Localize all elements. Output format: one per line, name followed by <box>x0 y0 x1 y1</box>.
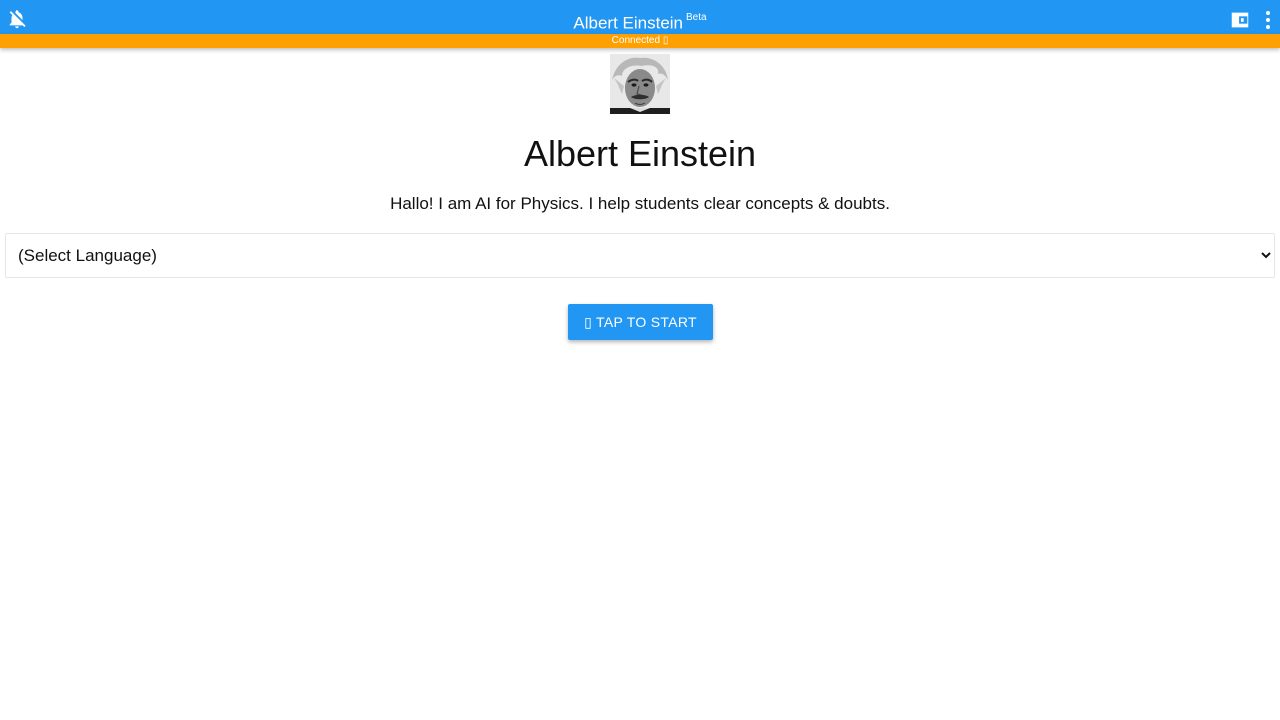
connection-status-text: Connected ▯ <box>611 35 669 46</box>
bell-off-icon <box>9 10 26 29</box>
intro-text: Hallo! I am AI for Physics. I help stude… <box>390 194 890 213</box>
portrait-image <box>610 54 670 114</box>
more-vertical-icon <box>1266 11 1270 29</box>
tap-to-start-button[interactable]: ▯ TAP TO START <box>568 304 713 340</box>
profile-name: Albert Einstein <box>523 133 757 174</box>
beta-badge: Beta <box>686 12 707 23</box>
app-header: Albert Einstein Beta <box>0 0 1280 34</box>
app-title-text: Albert Einstein <box>573 13 684 33</box>
wallet-icon <box>1231 12 1249 28</box>
more-options-button[interactable] <box>1258 9 1278 31</box>
language-select[interactable]: (Select Language) <box>5 233 1275 278</box>
wallet-button[interactable] <box>1229 9 1251 31</box>
avatar <box>610 54 670 114</box>
connection-status-bar: Connected ▯ <box>0 34 1280 48</box>
notifications-toggle-button[interactable] <box>6 8 28 30</box>
